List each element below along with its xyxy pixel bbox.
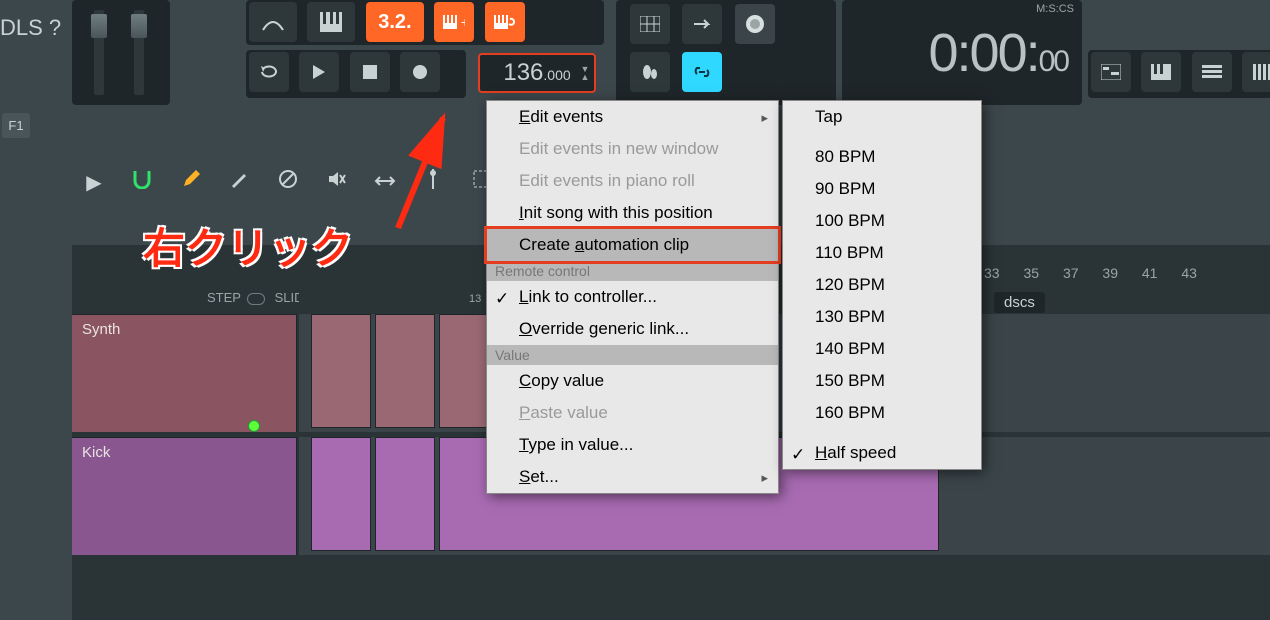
piano-roll-view-icon[interactable]	[1141, 52, 1181, 92]
mid-panel	[616, 0, 836, 105]
transport-panel	[246, 50, 466, 98]
play-small-icon[interactable]: ▶	[76, 165, 112, 201]
mixer-view-icon[interactable]	[1242, 52, 1270, 92]
left-sidebar-fragment: DLS ? F1	[0, 0, 72, 155]
playlist-toolrow: ▶	[72, 155, 552, 215]
menu-init-song[interactable]: Init song with this position	[487, 197, 778, 229]
magnet-icon[interactable]	[124, 165, 160, 201]
menu-bpm-160[interactable]: 160 BPM	[783, 397, 981, 429]
mute-icon[interactable]	[318, 165, 354, 201]
stop-button[interactable]	[350, 52, 390, 92]
clip-kick[interactable]	[311, 437, 371, 551]
tempo-field[interactable]: 136.000 ▲ ▼	[478, 53, 596, 93]
menu-link-controller[interactable]: ✓Link to controller...	[487, 281, 778, 313]
menu-create-automation-clip[interactable]: Create automation clip	[484, 226, 781, 264]
master-fader-1[interactable]	[94, 10, 104, 95]
pattern-panel: 3.2. +	[246, 0, 604, 45]
main-toolbar: 3.2. + 136.000 ▲ ▼ M:S:CS 0:00:00	[72, 0, 1270, 105]
menu-section-remote: Remote control	[487, 261, 778, 281]
menu-type-value[interactable]: Type in value...	[487, 429, 778, 461]
link-icon[interactable]	[682, 52, 722, 92]
pattern-number[interactable]: 3.2.	[366, 2, 424, 42]
time-format-label: M:S:CS	[1036, 3, 1074, 15]
pencil-icon[interactable]	[173, 165, 209, 201]
time-panel[interactable]: M:S:CS 0:00:00	[842, 0, 1082, 105]
menu-edit-events-new-window: Edit events in new window	[487, 133, 778, 165]
track-header-synth[interactable]: Synth	[72, 314, 297, 432]
spectrum-icon[interactable]	[249, 2, 297, 42]
forward-icon[interactable]	[682, 4, 722, 44]
brush-icon[interactable]	[221, 165, 257, 201]
pattern-refresh-icon[interactable]	[485, 2, 525, 42]
clip-kick[interactable]	[375, 437, 435, 551]
menu-bpm-150[interactable]: 150 BPM	[783, 365, 981, 397]
slip-icon[interactable]	[367, 165, 403, 201]
master-fader-2[interactable]	[134, 10, 144, 95]
menu-paste-value: Paste value	[487, 397, 778, 429]
playlist-view-icon[interactable]	[1091, 52, 1131, 92]
channel-rack-icon[interactable]	[1192, 52, 1232, 92]
track-active-dot[interactable]	[248, 420, 260, 432]
menu-section-value: Value	[487, 345, 778, 365]
dscs-label[interactable]: dscs	[994, 292, 1045, 313]
clip-synth[interactable]	[375, 314, 435, 428]
tempo-context-menu: Edit events▸ Edit events in new window E…	[486, 100, 779, 494]
menu-override-link[interactable]: Override generic link...	[487, 313, 778, 345]
footprint-icon[interactable]	[630, 52, 670, 92]
view-buttons-panel	[1088, 0, 1270, 105]
menu-bpm-120[interactable]: 120 BPM	[783, 269, 981, 301]
knob-icon[interactable]	[735, 4, 775, 44]
ols-label: DLS ?	[0, 15, 61, 41]
loop-icon[interactable]	[249, 52, 289, 92]
menu-bpm-110[interactable]: 110 BPM	[783, 237, 981, 269]
svg-text:+: +	[461, 14, 465, 30]
erase-icon[interactable]	[270, 165, 306, 201]
record-button[interactable]	[400, 52, 440, 92]
menu-half-speed[interactable]: ✓Half speed	[783, 437, 981, 469]
menu-bpm-90[interactable]: 90 BPM	[783, 173, 981, 205]
tempo-preset-menu: Tap 80 BPM 90 BPM 100 BPM 110 BPM 120 BP…	[782, 100, 982, 470]
menu-bpm-80[interactable]: 80 BPM	[783, 141, 981, 173]
menu-bpm-130[interactable]: 130 BPM	[783, 301, 981, 333]
annotation-right-click: 右クリック	[143, 215, 353, 276]
menu-tap[interactable]: Tap	[783, 101, 981, 133]
clip-synth[interactable]	[311, 314, 371, 428]
play-button[interactable]	[299, 52, 339, 92]
pattern-add-icon[interactable]: +	[434, 2, 474, 42]
track-header-kick[interactable]: Kick	[72, 437, 297, 555]
fader-panel	[72, 0, 170, 105]
grid-icon[interactable]	[630, 4, 670, 44]
menu-bpm-100[interactable]: 100 BPM	[783, 205, 981, 237]
menu-edit-events-piano-roll: Edit events in piano roll	[487, 165, 778, 197]
menu-set[interactable]: Set...▸	[487, 461, 778, 493]
menu-bpm-140[interactable]: 140 BPM	[783, 333, 981, 365]
timeline-numbers: 33 35 37 39 41 43	[984, 265, 1197, 281]
slice-icon[interactable]	[415, 165, 451, 201]
menu-edit-events[interactable]: Edit events▸	[487, 101, 778, 133]
piano-icon[interactable]	[307, 2, 355, 42]
menu-copy-value[interactable]: Copy value	[487, 365, 778, 397]
f1-key-hint: F1	[2, 113, 30, 138]
tempo-down-icon[interactable]: ▼	[579, 51, 591, 87]
